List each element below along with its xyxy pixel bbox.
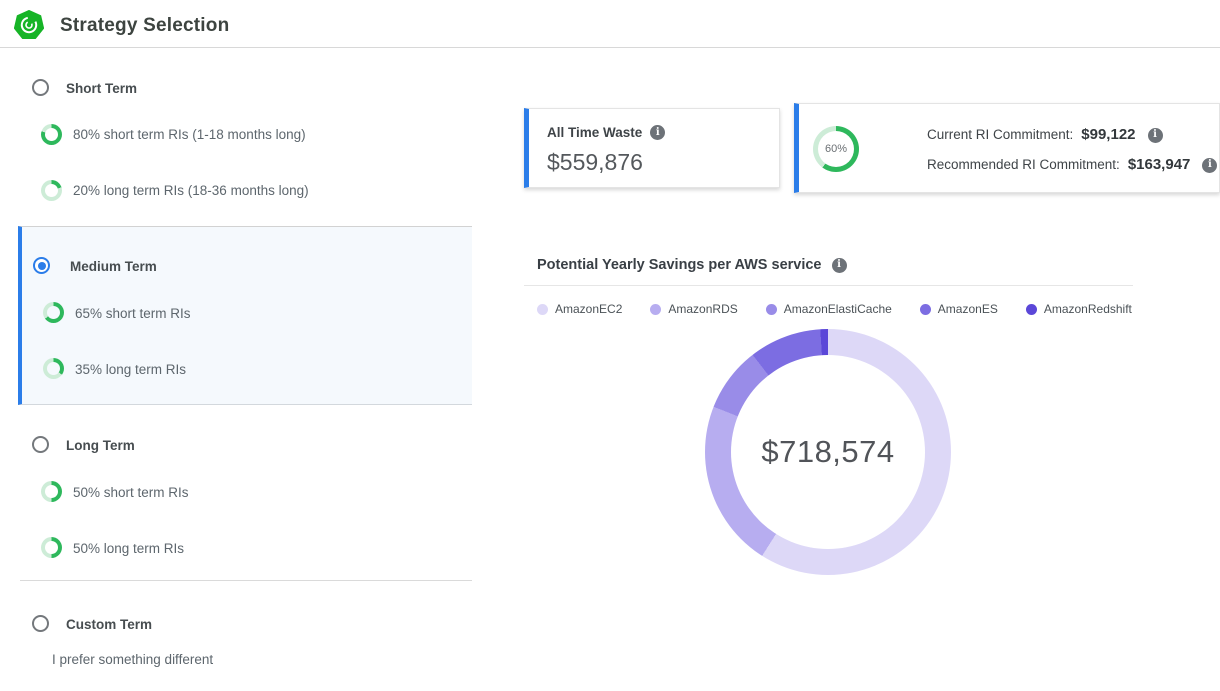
long-term-option1-label: 50% short term RIs [73, 485, 189, 500]
info-icon[interactable] [832, 258, 847, 273]
custom-term-label: Custom Term [66, 616, 152, 633]
legend-item-amazonredshift[interactable]: AmazonRedshift [1026, 302, 1132, 316]
page-title: Strategy Selection [60, 15, 229, 37]
chart-title: Potential Yearly Savings per AWS service [537, 257, 822, 273]
legend-item-amazonec2[interactable]: AmazonEC2 [537, 302, 622, 316]
legend-dot-icon [1026, 304, 1037, 315]
page-header: Strategy Selection [0, 0, 1220, 48]
medium-term-option1-label: 65% short term RIs [75, 306, 191, 321]
info-icon[interactable] [650, 125, 665, 140]
long-term-radio[interactable] [32, 436, 49, 453]
medium-term-option1-progress-ring [43, 302, 64, 323]
short-term-option2-progress-ring [41, 180, 62, 201]
current-ri-commitment-label: Current RI Commitment: [927, 125, 1073, 145]
medium-term-option2-label: 35% long term RIs [75, 362, 186, 377]
chart-divider [524, 285, 1133, 286]
medium-term-option2-progress-ring [43, 358, 64, 379]
ri-commitment-card: 60% Current RI Commitment: $99,122 Recom… [794, 103, 1220, 193]
recommended-ri-commitment-row: Recommended RI Commitment: $163,947 [927, 155, 1217, 175]
current-ri-commitment-row: Current RI Commitment: $99,122 [927, 125, 1217, 145]
medium-term-label: Medium Term [70, 258, 157, 275]
donut-center-total: $718,574 [761, 434, 894, 470]
short-term-option2-label: 20% long term RIs (18-36 months long) [73, 183, 309, 198]
legend-dot-icon [920, 304, 931, 315]
strategy-selection-page: Strategy Selection Short Term 80% short … [0, 0, 1220, 691]
medium-term-radio[interactable] [33, 257, 50, 274]
short-term-radio[interactable] [32, 79, 49, 96]
short-term-option1-progress-ring [41, 124, 62, 145]
legend-item-amazonrds[interactable]: AmazonRDS [650, 302, 737, 316]
current-ri-commitment-value: $99,122 [1081, 125, 1135, 145]
chart-legend: AmazonEC2 AmazonRDS AmazonElastiCache Am… [537, 302, 1132, 316]
savings-donut-chart[interactable]: $718,574 [705, 329, 951, 575]
long-term-label: Long Term [66, 437, 135, 454]
all-time-waste-value: $559,876 [547, 149, 643, 176]
legend-dot-icon [766, 304, 777, 315]
brand-logo-icon [14, 10, 44, 40]
long-term-option1-progress-ring [41, 481, 62, 502]
recommended-ri-commitment-label: Recommended RI Commitment: [927, 155, 1120, 175]
commitment-progress-ring: 60% [813, 126, 859, 172]
custom-term-radio[interactable] [32, 615, 49, 632]
short-term-label: Short Term [66, 80, 137, 97]
legend-dot-icon [537, 304, 548, 315]
long-term-option2-progress-ring [41, 537, 62, 558]
all-time-waste-card: All Time Waste $559,876 [524, 108, 780, 188]
custom-term-note: I prefer something different [52, 652, 213, 668]
info-icon[interactable] [1202, 158, 1217, 173]
recommended-ri-commitment-value: $163,947 [1128, 155, 1191, 175]
legend-dot-icon [650, 304, 661, 315]
commitment-ring-percent: 60% [818, 131, 854, 167]
sidebar-divider [20, 580, 472, 581]
legend-item-amazonelasticache[interactable]: AmazonElastiCache [766, 302, 892, 316]
all-time-waste-title: All Time Waste [547, 125, 642, 140]
long-term-option2-label: 50% long term RIs [73, 541, 184, 556]
info-icon[interactable] [1148, 128, 1163, 143]
short-term-option1-label: 80% short term RIs (1-18 months long) [73, 127, 306, 142]
legend-item-amazones[interactable]: AmazonES [920, 302, 998, 316]
